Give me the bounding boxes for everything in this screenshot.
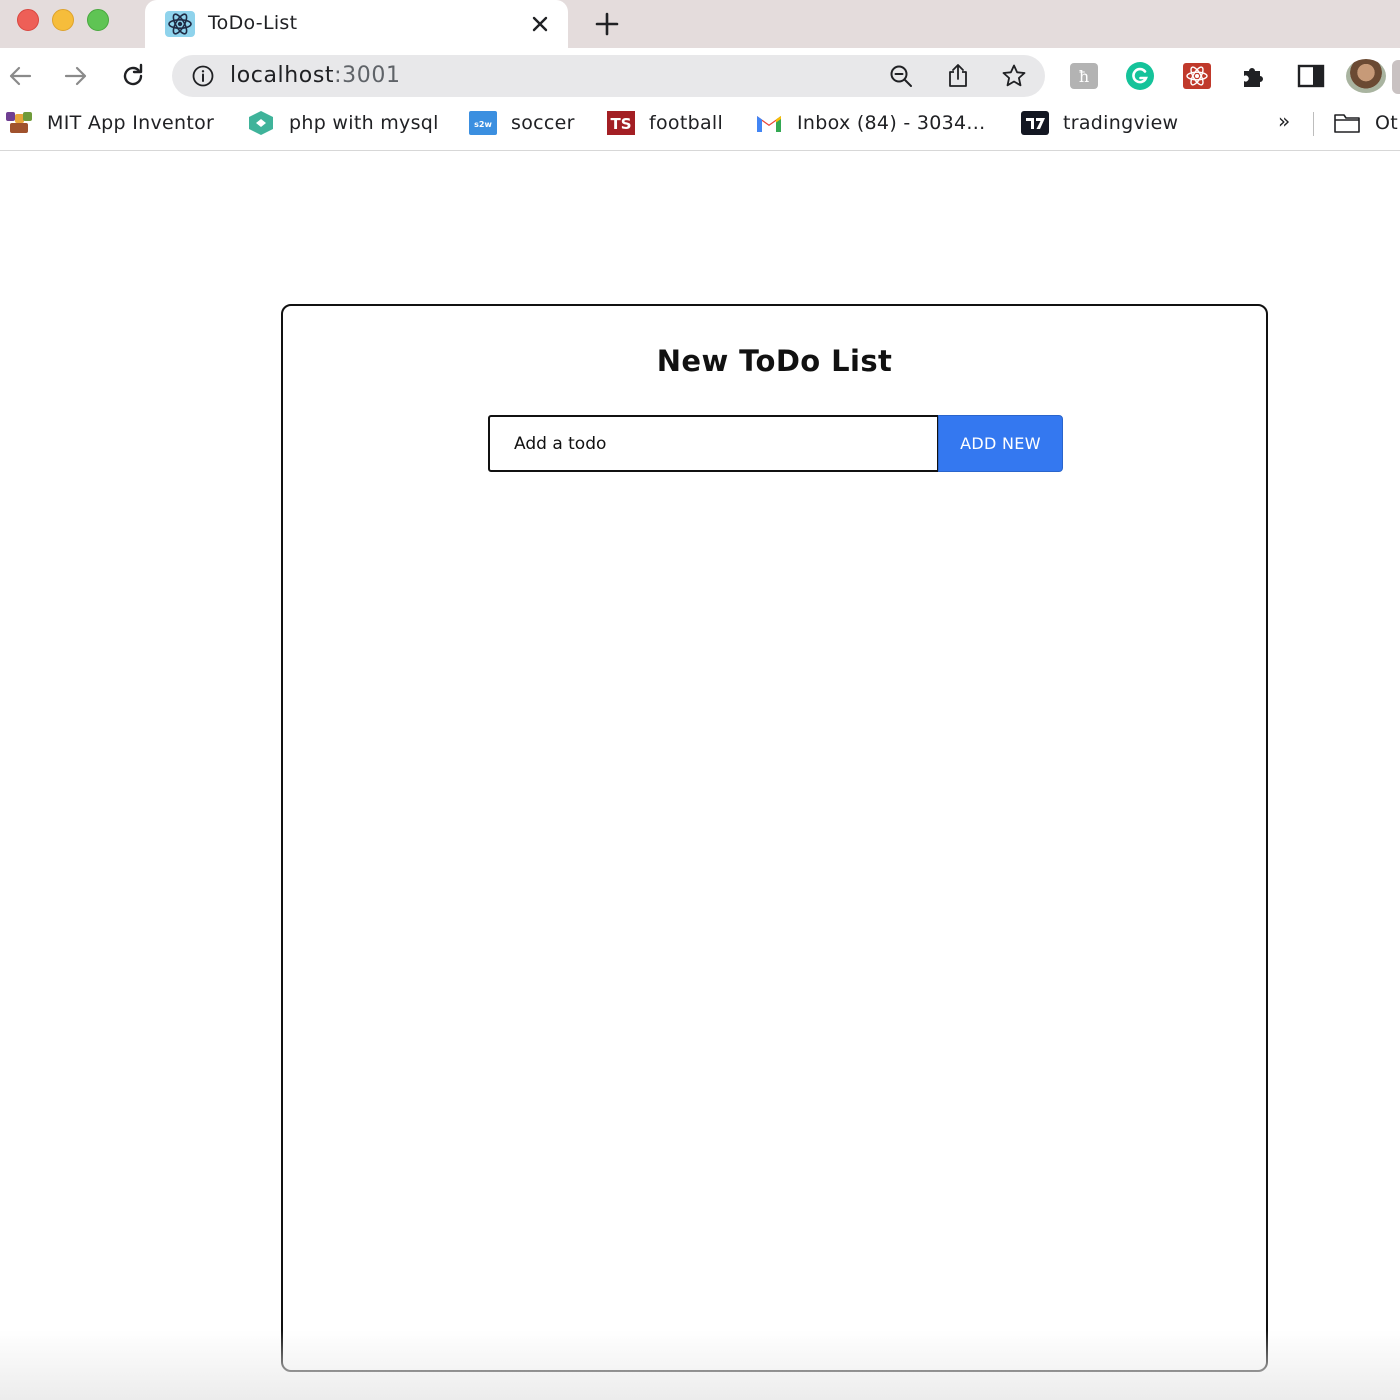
page-title: New ToDo List [656, 344, 893, 378]
sidepanel-icon[interactable] [1296, 61, 1326, 91]
react-devtools-extension-icon[interactable] [1182, 61, 1212, 91]
tab-title: ToDo-List [208, 12, 298, 34]
grammarly-extension-icon[interactable] [1125, 61, 1155, 91]
bookmarks-bar: MIT App Inventor php with mysql s2w socc… [0, 103, 1400, 151]
bookmark-football[interactable]: TS football [607, 103, 723, 143]
bookmarks-divider [1313, 112, 1314, 136]
bookmark-soccer[interactable]: s2w soccer [469, 103, 575, 143]
plus-icon[interactable] [594, 11, 620, 37]
bookmark-label: Inbox (84) - 3034... [797, 112, 986, 134]
tab-strip: ToDo-List [0, 0, 1400, 48]
close-window-button[interactable] [17, 9, 39, 31]
puzzle-extensions-icon[interactable] [1239, 61, 1269, 91]
close-icon[interactable] [528, 12, 552, 36]
tab-todo-list[interactable]: ToDo-List [145, 0, 568, 48]
todo-form: ADD NEW [488, 415, 1063, 473]
php-mysql-icon [249, 111, 273, 135]
todo-card: New ToDo List ADD NEW [281, 304, 1268, 1372]
svg-text:TS: TS [610, 115, 631, 133]
bookmark-label: soccer [511, 112, 575, 134]
folder-icon [1334, 114, 1360, 133]
minimize-window-button[interactable] [52, 9, 74, 31]
add-new-button[interactable]: ADD NEW [938, 415, 1063, 472]
bookmark-inbox[interactable]: Inbox (84) - 3034... [755, 103, 985, 143]
bookmark-label: football [649, 112, 724, 134]
zoom-out-icon[interactable] [888, 63, 914, 89]
browser-toolbar: localhost:3001 ħ [0, 48, 1400, 103]
address-bar[interactable]: localhost:3001 [172, 55, 1045, 97]
maximize-window-button[interactable] [87, 9, 109, 31]
star-icon[interactable] [1001, 63, 1027, 89]
url-host: localhost [230, 63, 335, 88]
bookmarks-overflow-button[interactable]: » [1278, 109, 1290, 133]
svg-text:s2w: s2w [474, 120, 492, 129]
bookmark-label: Ot [1375, 112, 1399, 134]
bookmark-label: php with mysql [289, 112, 439, 134]
s2w-icon: s2w [469, 111, 497, 135]
back-arrow-icon[interactable] [6, 62, 34, 90]
url-port: :3001 [334, 63, 401, 88]
bookmark-php-with-mysql[interactable]: php with mysql [247, 103, 439, 143]
menu-edge [1392, 60, 1400, 94]
info-icon[interactable] [191, 64, 215, 88]
gmail-icon [757, 116, 781, 132]
svg-text:ħ: ħ [1079, 67, 1089, 86]
ts-icon: TS [607, 111, 635, 135]
bookmark-label: MIT App Inventor [47, 112, 215, 134]
bookmark-tradingview[interactable]: tradingview [1021, 103, 1178, 143]
bookmark-label: tradingview [1063, 112, 1179, 134]
hashnode-extension-icon[interactable]: ħ [1069, 61, 1099, 91]
tradingview-icon [1021, 111, 1049, 135]
url-text[interactable]: localhost:3001 [230, 63, 401, 88]
react-logo-icon [165, 11, 195, 37]
reload-icon[interactable] [119, 62, 147, 90]
bookmark-mit-app-inventor[interactable]: MIT App Inventor [5, 103, 214, 143]
avatar[interactable] [1346, 59, 1386, 93]
mit-app-inventor-icon [6, 112, 32, 133]
todo-input[interactable] [488, 415, 939, 472]
other-bookmarks-folder[interactable]: Ot [1333, 103, 1398, 143]
forward-arrow-icon[interactable] [62, 62, 90, 90]
share-icon[interactable] [945, 63, 971, 89]
